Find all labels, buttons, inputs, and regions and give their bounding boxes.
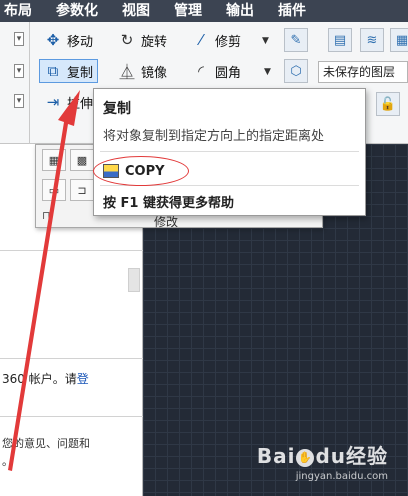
paw-icon: ✋ xyxy=(296,448,315,467)
rotate-icon: ↻ xyxy=(120,31,134,49)
fillet-button[interactable]: ◜ 圆角 xyxy=(188,59,245,83)
stretch-icon: ⇥ xyxy=(46,93,60,111)
tooltip-description: 将对象复制到指定方向上的指定距离处 xyxy=(103,129,325,144)
stretch-label: 拉伸 xyxy=(67,96,94,112)
stretch-button[interactable]: ⇥ 拉伸 xyxy=(40,90,97,114)
fillet-icon: ◜ xyxy=(198,62,204,80)
account-text-body: 360 帐户。请 xyxy=(2,372,77,386)
dropdown-icon[interactable]: ▾ xyxy=(14,64,24,78)
array-icon[interactable]: ▦ xyxy=(42,149,66,171)
annotation-ellipse xyxy=(93,156,189,186)
menu-output[interactable]: 输出 xyxy=(214,0,266,22)
trim-label: 修剪 xyxy=(215,34,242,50)
join-icon[interactable]: ⊐ xyxy=(70,179,94,201)
tooltip-divider xyxy=(100,151,359,152)
ribbon-left-strip: ▾ ▾ ▾ xyxy=(0,22,30,144)
watermark-logo-mid: du xyxy=(315,444,346,468)
edit-icon[interactable]: ▭ xyxy=(42,179,66,201)
explode-icon[interactable]: ⬡ xyxy=(284,59,308,83)
mirror-label: 镜像 xyxy=(141,65,168,81)
baidu-watermark: Bai ✋ du经验 jingyan.baidu.com xyxy=(257,440,388,482)
trim-button[interactable]: ⁄ 修剪 xyxy=(188,28,245,52)
divider xyxy=(0,416,143,417)
account-text: 360 帐户。请登 xyxy=(2,370,140,388)
watermark-logo-right: 经验 xyxy=(346,444,388,468)
copy-tooltip: 复制 将对象复制到指定方向上的指定距离处 COPY 按 F1 键获得更多帮助 xyxy=(93,88,366,216)
feedback-tail: 。 xyxy=(2,455,13,468)
layer-dropdown[interactable]: 未保存的图层 xyxy=(318,61,408,83)
menu-layout[interactable]: 布局 xyxy=(0,0,44,22)
mirror-icon: ⏅ xyxy=(119,62,135,81)
move-icon: ✥ xyxy=(46,31,60,49)
align-icon[interactable]: ▩ xyxy=(70,149,94,171)
fillet-dropdown-icon[interactable]: ▼ xyxy=(264,67,271,77)
menu-view[interactable]: 视图 xyxy=(110,0,162,22)
watermark-logo-left: Bai xyxy=(256,444,296,468)
fillet-label: 圆角 xyxy=(215,65,242,81)
layer-stack-icon[interactable]: ≋ xyxy=(360,28,384,52)
watermark-logo: Bai ✋ du经验 xyxy=(257,440,388,469)
rotate-label: 旋转 xyxy=(141,34,168,50)
scrollbar[interactable] xyxy=(128,268,140,292)
lock-icon[interactable]: 🔓 xyxy=(376,92,400,116)
layer-state-icon[interactable]: ▦ xyxy=(390,28,408,52)
divider xyxy=(0,358,143,359)
feedback-text: 您的意见、问题和 xyxy=(2,437,90,450)
tooltip-help: 按 F1 键获得更多帮助 xyxy=(103,196,234,211)
tooltip-title: 复制 xyxy=(103,101,131,117)
watermark-url: jingyan.baidu.com xyxy=(295,471,388,482)
copy-label: 复制 xyxy=(67,65,94,81)
dropdown-icon[interactable]: ▾ xyxy=(14,32,24,46)
move-label: 移动 xyxy=(67,34,94,50)
pin-icon[interactable]: ⊓ xyxy=(42,209,51,222)
move-button[interactable]: ✥ 移动 xyxy=(40,28,97,52)
copy-icon: ⧉ xyxy=(47,62,59,80)
menu-manage[interactable]: 管理 xyxy=(162,0,214,22)
divider xyxy=(0,250,143,251)
menu-parametric[interactable]: 参数化 xyxy=(44,0,110,22)
dropdown-icon[interactable]: ▾ xyxy=(14,94,24,108)
copy-button[interactable]: ⧉ 复制 xyxy=(39,59,99,83)
rotate-button[interactable]: ↻ 旋转 xyxy=(114,28,171,52)
menu-plugins[interactable]: 插件 xyxy=(266,0,318,22)
erase-icon[interactable]: ✎ xyxy=(284,28,308,52)
trim-icon: ⁄ xyxy=(199,31,203,49)
login-link[interactable]: 登 xyxy=(77,372,89,386)
trim-dropdown-icon[interactable]: ▼ xyxy=(262,36,269,46)
menu-bar: 布局 参数化 视图 管理 输出 插件 xyxy=(0,0,408,22)
mirror-button[interactable]: ⏅ 镜像 xyxy=(114,59,171,83)
layer-properties-icon[interactable]: ▤ xyxy=(328,28,352,52)
